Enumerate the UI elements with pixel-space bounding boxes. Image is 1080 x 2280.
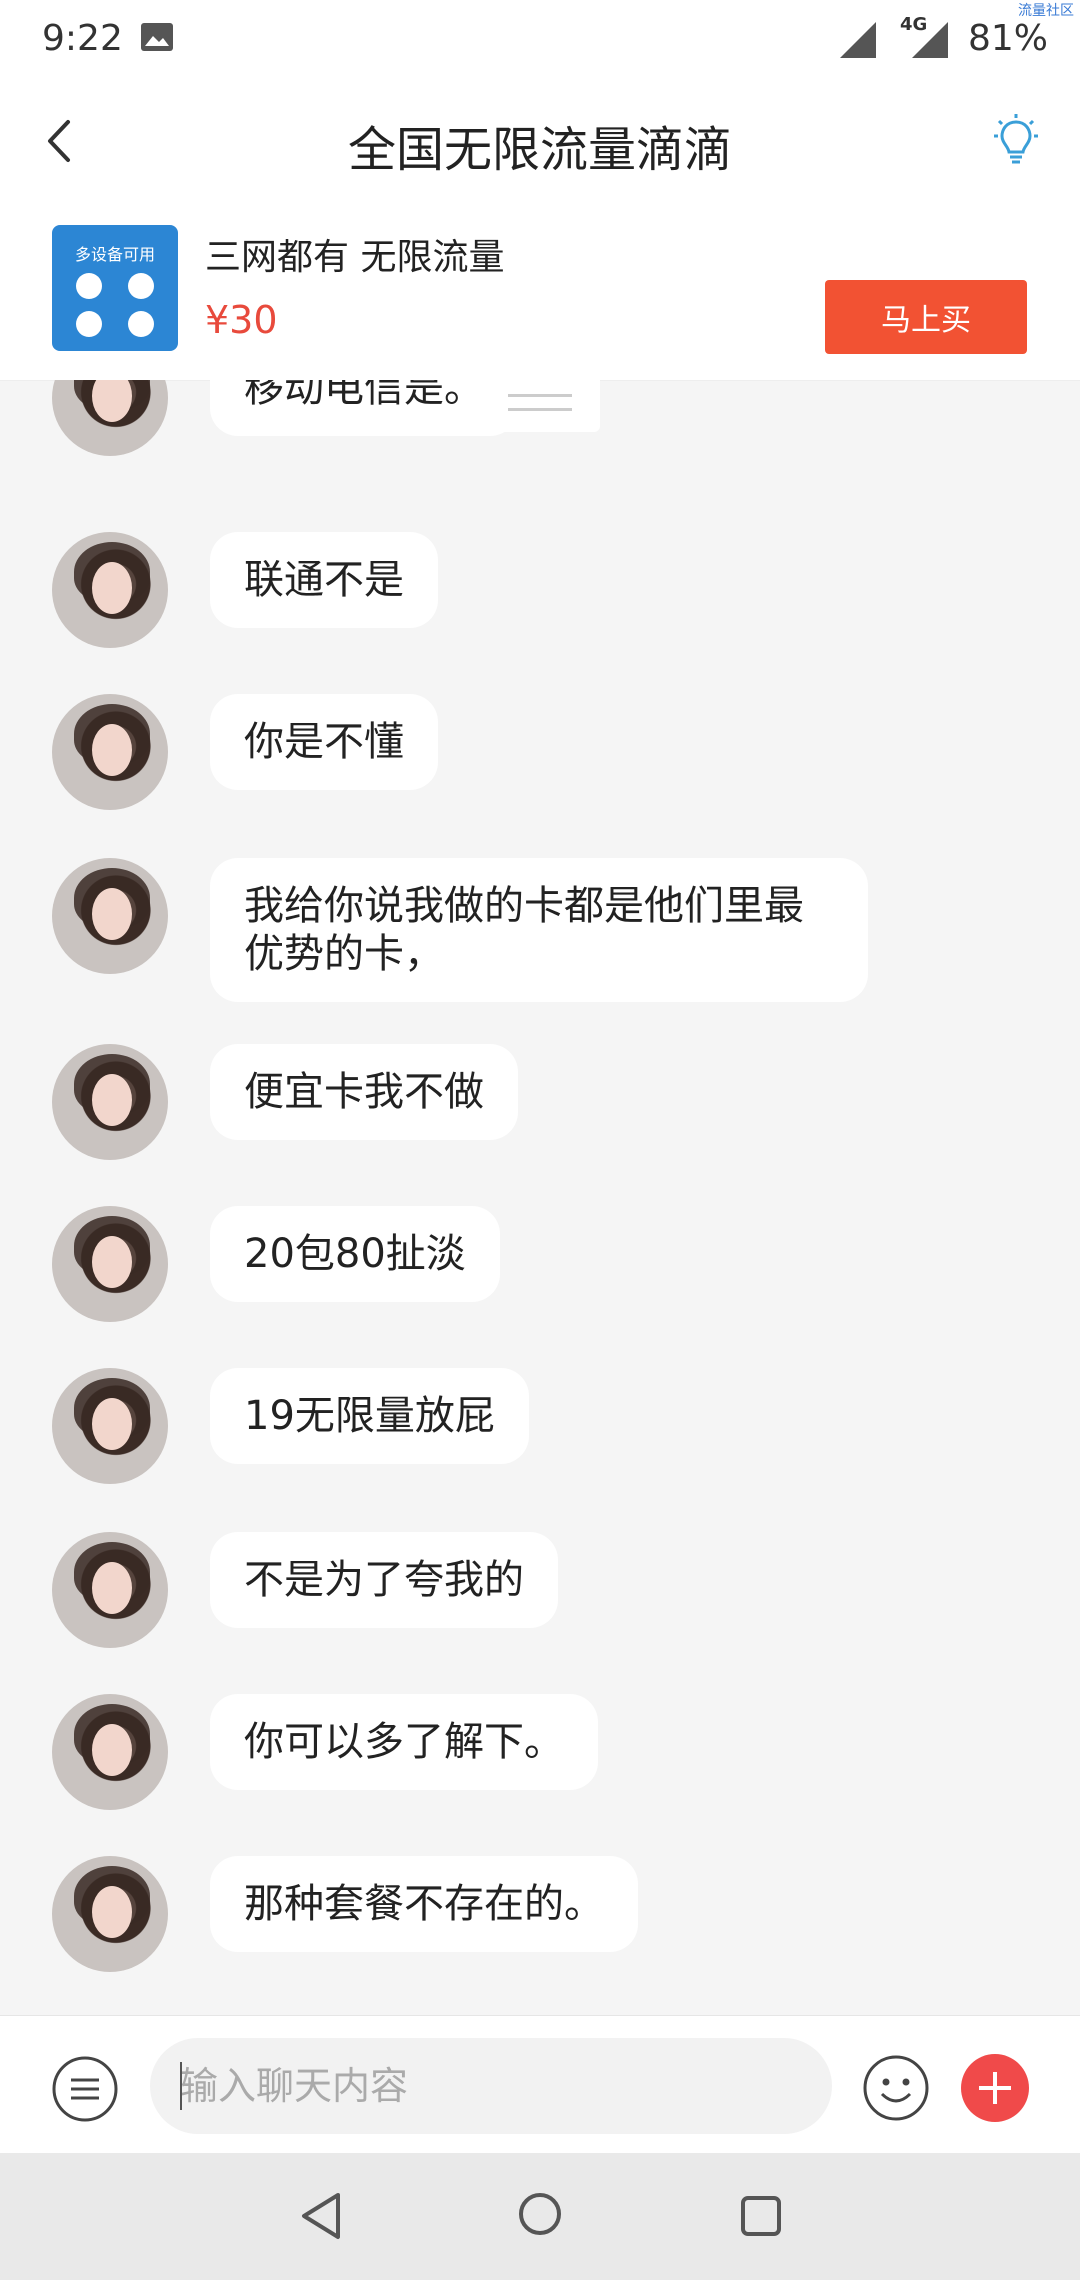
message-bubble[interactable]: 不是为了夸我的 — [210, 1532, 558, 1628]
chat-input-bar — [0, 2015, 1080, 2154]
nav-home-icon[interactable] — [517, 2189, 563, 2243]
avatar[interactable] — [52, 1856, 168, 1972]
chat-messages[interactable]: 移动电信是。 联通不是 你是不懂 我给你说我做的卡都是他们里最优势的卡， 便宜卡… — [0, 380, 1080, 2015]
avatar[interactable] — [52, 532, 168, 648]
avatar[interactable] — [52, 1694, 168, 1810]
avatar[interactable] — [52, 1532, 168, 1648]
page-title: 全国无限流量滴滴 — [347, 122, 732, 178]
product-card[interactable]: 多设备可用 三网都有 无限流量 ¥30 马上买 — [0, 200, 1080, 381]
watermark: 流量社区 — [1018, 3, 1074, 19]
avatar[interactable] — [52, 1206, 168, 1322]
message-bubble[interactable]: 19无限量放屁 — [210, 1368, 529, 1464]
buy-now-button[interactable]: 马上买 — [825, 280, 1027, 354]
chat-header: 全国无限流量滴滴 — [0, 80, 1080, 200]
thumbnail-caption: 多设备可用 — [74, 245, 155, 264]
menu-icon[interactable] — [52, 2056, 118, 2122]
message-bubble[interactable]: 你是不懂 — [210, 694, 438, 790]
drag-handle[interactable] — [490, 380, 600, 432]
device-icon — [76, 311, 102, 337]
avatar[interactable] — [52, 1368, 168, 1484]
message-bubble[interactable]: 便宜卡我不做 — [210, 1044, 518, 1140]
device-icon — [128, 273, 154, 299]
nav-back-icon[interactable] — [298, 2191, 344, 2245]
message-bubble[interactable]: 移动电信是。 — [210, 380, 518, 436]
chat-input[interactable] — [150, 2038, 832, 2134]
nav-recents-icon[interactable] — [738, 2191, 784, 2245]
status-bar: 9:22 4G 81% 流量社区 — [0, 0, 1080, 80]
message-bubble[interactable]: 你可以多了解下。 — [210, 1694, 598, 1790]
product-thumbnail: 多设备可用 — [52, 225, 178, 351]
product-name: 三网都有 无限流量 — [205, 237, 505, 278]
signal-icon — [910, 20, 950, 64]
message-bubble[interactable]: 那种套餐不存在的。 — [210, 1856, 638, 1952]
avatar[interactable] — [52, 1044, 168, 1160]
avatar[interactable] — [52, 858, 168, 974]
status-time: 9:22 — [42, 18, 123, 59]
device-icon — [128, 311, 154, 337]
device-icon — [76, 273, 102, 299]
gallery-icon — [140, 22, 174, 56]
emoji-icon[interactable] — [862, 2054, 930, 2122]
message-bubble[interactable]: 我给你说我做的卡都是他们里最优势的卡， — [210, 858, 868, 1002]
avatar[interactable] — [52, 380, 168, 456]
signal-icon — [838, 20, 878, 64]
avatar[interactable] — [52, 694, 168, 810]
text-cursor — [180, 2062, 182, 2110]
battery-level: 81% — [968, 18, 1049, 59]
message-bubble[interactable]: 联通不是 — [210, 532, 438, 628]
message-bubble[interactable]: 20包80扯淡 — [210, 1206, 500, 1302]
lightbulb-icon[interactable] — [990, 112, 1042, 172]
system-nav-bar — [0, 2153, 1080, 2280]
plus-icon[interactable] — [961, 2054, 1029, 2122]
product-price: ¥30 — [205, 298, 278, 342]
